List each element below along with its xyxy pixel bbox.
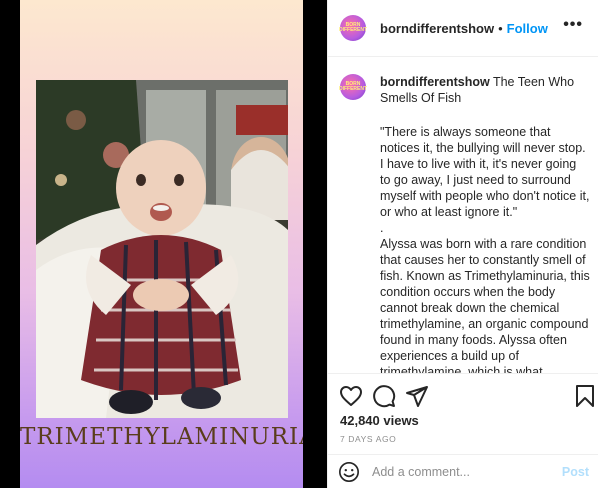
baby-photo: [36, 80, 288, 418]
comments-scroll-area[interactable]: BORN DIFFERENT borndifferentshow The Tee…: [328, 58, 598, 373]
follow-button[interactable]: Follow: [507, 21, 548, 36]
share-icon[interactable]: [405, 384, 429, 408]
caption-heading: borndifferentshow The Teen Who Smells Of…: [380, 74, 583, 106]
heart-icon[interactable]: [339, 384, 363, 408]
comment-form: Post: [328, 454, 598, 488]
media-letterbox: TRIMETHYLAMINURIA: [0, 0, 327, 488]
bookmark-icon[interactable]: [573, 384, 597, 408]
view-count[interactable]: 42,840 views: [340, 413, 419, 428]
caption-body: "There is always someone that notices it…: [380, 125, 590, 373]
photo-illustration: [36, 80, 288, 418]
media-overlay-text: TRIMETHYLAMINURIA: [20, 424, 303, 450]
post-media[interactable]: TRIMETHYLAMINURIA: [20, 0, 303, 488]
header-username[interactable]: borndifferentshow: [380, 21, 494, 36]
comment-input[interactable]: [372, 464, 552, 479]
caption-avatar-text: BORN DIFFERENT: [338, 81, 368, 92]
profile-avatar[interactable]: BORN DIFFERENT: [338, 15, 368, 41]
action-bar: [328, 373, 598, 411]
instagram-post-modal: TRIMETHYLAMINURIA BORN DIFFERENT borndif…: [0, 0, 598, 488]
caption-row: BORN DIFFERENT borndifferentshow The Tee…: [338, 74, 583, 106]
post-date[interactable]: 7 DAYS AGO: [340, 434, 396, 444]
caption-avatar[interactable]: BORN DIFFERENT: [338, 74, 368, 100]
post-header: BORN DIFFERENT borndifferentshow • Follo…: [328, 0, 598, 57]
post-comment-button[interactable]: Post: [562, 465, 589, 479]
emoji-icon[interactable]: [338, 461, 360, 483]
comment-icon[interactable]: [372, 384, 396, 408]
post-side-panel: BORN DIFFERENT borndifferentshow • Follo…: [327, 0, 598, 488]
more-options-button[interactable]: •••: [563, 16, 583, 34]
avatar-text: BORN DIFFERENT: [338, 22, 368, 33]
caption-username[interactable]: borndifferentshow: [380, 75, 490, 89]
header-separator: •: [498, 20, 503, 36]
